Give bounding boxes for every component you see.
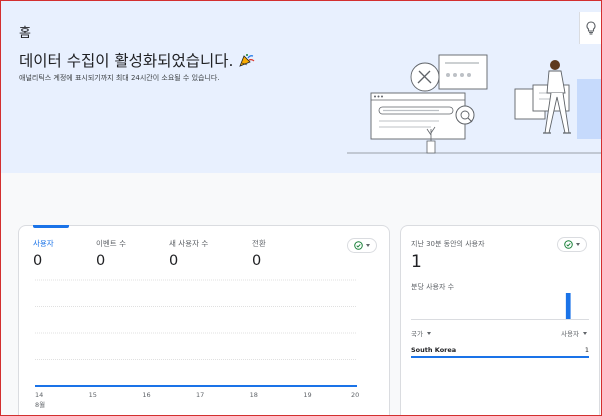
x-tick-label: 17 — [196, 391, 205, 399]
row-country: South Korea — [411, 346, 457, 354]
lightbulb-icon — [585, 21, 596, 35]
metric-tab-events[interactable]: 이벤트 수 0 — [96, 238, 126, 269]
column-country-label: 국가 — [411, 330, 423, 338]
metric-label: 전환 — [252, 239, 266, 248]
per-minute-label: 분당 사용자 수 — [411, 283, 455, 291]
x-tick-label: 18 — [249, 391, 258, 399]
insights-button[interactable] — [579, 12, 601, 44]
chevron-down-icon — [366, 244, 370, 247]
chevron-down-icon — [583, 331, 587, 335]
realtime-value: 1 — [411, 252, 422, 272]
hero-illustration — [347, 54, 601, 154]
overview-card: 사용자 0 이벤트 수 0 새 사용자 수 0 전환 0 14 15 16 17 18 1… — [18, 225, 390, 416]
x-axis-month: 8월 — [35, 401, 46, 409]
check-circle-icon — [564, 240, 573, 249]
realtime-title: 지난 30분 동안의 사용자 — [411, 240, 485, 248]
x-tick-label: 14 — [35, 391, 44, 399]
data-quality-dropdown[interactable] — [347, 238, 377, 253]
page-title: 홈 — [19, 26, 31, 41]
x-tick-label: 16 — [142, 391, 151, 399]
hero-subtext: 애널리틱스 계정에 표시되기까지 최대 24시간이 소요될 수 있습니다. — [19, 74, 220, 82]
x-tick-label: 20 — [351, 391, 360, 399]
metric-label: 새 사용자 수 — [169, 239, 209, 248]
column-users[interactable]: 사용자 — [561, 328, 587, 338]
metric-label: 이벤트 수 — [96, 239, 126, 248]
column-country[interactable]: 국가 — [411, 328, 431, 338]
active-tab-indicator — [33, 225, 69, 228]
hero-heading-text: 데이터 수집이 활성화되었습니다. — [19, 52, 234, 70]
check-circle-icon — [354, 241, 363, 250]
metric-tab-users[interactable]: 사용자 0 — [33, 238, 54, 269]
minute-bar — [565, 293, 571, 319]
table-row[interactable]: South Korea 1 — [411, 344, 589, 358]
x-tick-label: 19 — [303, 391, 312, 399]
x-tick-label: 15 — [88, 391, 97, 399]
per-minute-bar-chart — [411, 293, 589, 320]
row-users: 1 — [584, 346, 589, 354]
metric-label: 사용자 — [33, 239, 54, 248]
chevron-down-icon — [426, 331, 431, 335]
chevron-down-icon — [576, 243, 580, 246]
hero-heading: 데이터 수집이 활성화되었습니다. — [19, 49, 255, 71]
metric-tab-conversions[interactable]: 전환 0 — [252, 238, 266, 269]
realtime-card: 지난 30분 동안의 사용자 1 분당 사용자 수 국가 사용자 South K… — [400, 225, 600, 416]
column-users-label: 사용자 — [561, 330, 579, 338]
users-line-chart — [35, 279, 357, 387]
realtime-quality-dropdown[interactable] — [557, 237, 587, 252]
metric-tab-new-users[interactable]: 새 사용자 수 0 — [169, 238, 208, 269]
party-popper-icon — [239, 54, 255, 67]
hero-banner: 홈 데이터 수집이 활성화되었습니다. 애널리틱스 계정에 표시되기까지 최대 … — [1, 1, 601, 173]
